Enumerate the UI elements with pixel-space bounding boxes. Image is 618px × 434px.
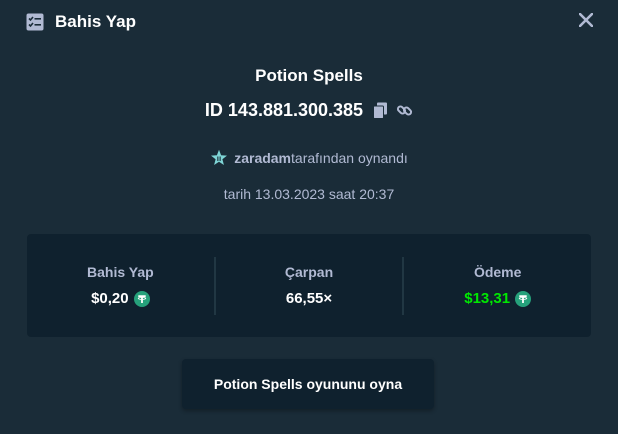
close-icon <box>578 12 594 32</box>
close-button[interactable] <box>576 12 596 32</box>
play-game-button[interactable]: Potion Spells oyununu oyna <box>182 359 434 409</box>
copy-icon[interactable] <box>371 102 389 120</box>
bet-amount-value: $0,20 <box>91 290 129 307</box>
bet-id-row: ID 143.881.300.385 <box>0 100 618 121</box>
game-title: Potion Spells <box>255 66 363 85</box>
played-by-text: tarafından oynandı <box>291 150 408 166</box>
bet-date: tarih 13.03.2023 saat 20:37 <box>223 186 395 202</box>
bet-amount-label: Bahis Yap <box>87 264 154 280</box>
svg-text:II: II <box>217 156 221 163</box>
payout-stat: Ödeme $13,31 <box>404 234 591 337</box>
rank-star-icon: II <box>210 149 228 167</box>
tether-coin-icon <box>515 290 532 307</box>
tether-coin-icon <box>133 290 150 307</box>
bet-amount-stat: Bahis Yap $0,20 <box>27 234 214 337</box>
multiplier-stat: Çarpan 66,55× <box>216 234 403 337</box>
payout-label: Ödeme <box>473 264 522 280</box>
link-icon[interactable] <box>395 102 413 120</box>
player-name[interactable]: zaradam <box>234 150 291 166</box>
bet-stats-panel: Bahis Yap $0,20 Çarpan 66,55× Ödeme $13,… <box>27 234 591 337</box>
modal-title: Bahis Yap <box>55 12 136 31</box>
payout-value: $13,31 <box>464 290 511 307</box>
modal-header: Bahis Yap <box>0 0 618 44</box>
bet-details-modal: Bahis Yap Potion Spells ID 143.881.300.3… <box>0 0 618 434</box>
bet-id: ID 143.881.300.385 <box>204 100 364 120</box>
bet-slip-icon <box>25 12 45 32</box>
multiplier-value: 66,55× <box>285 290 333 307</box>
multiplier-label: Çarpan <box>284 264 334 280</box>
player-row: II zaradam tarafından oynandı <box>0 149 618 167</box>
